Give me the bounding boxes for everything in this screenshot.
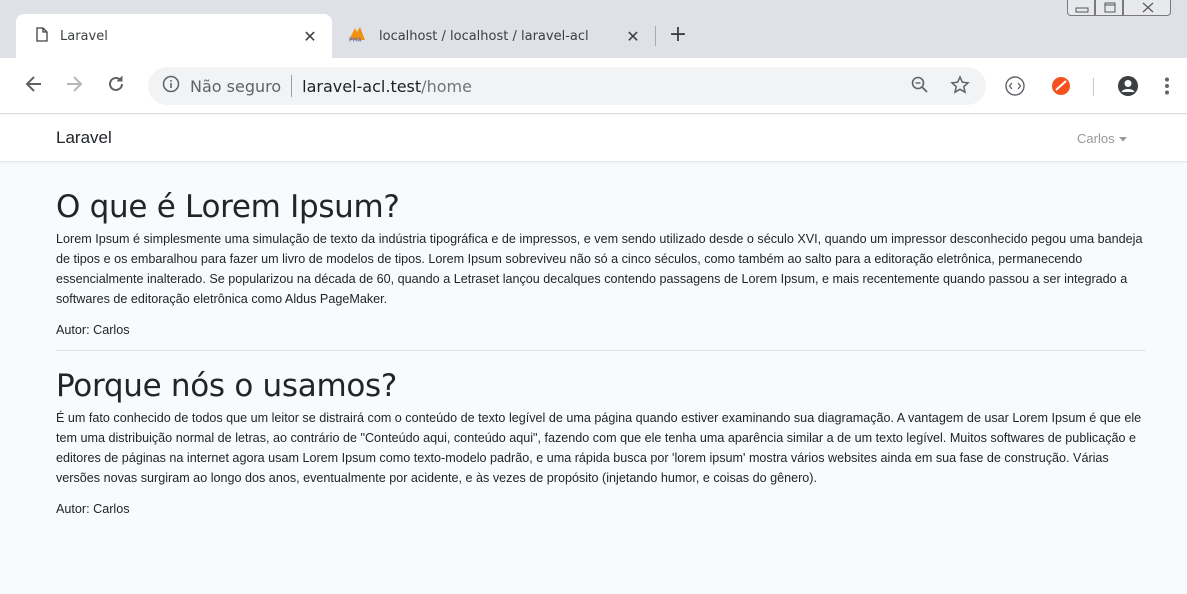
browser-toolbar: Não seguro laravel-acl.test/home bbox=[0, 58, 1187, 114]
minimize-button[interactable] bbox=[1067, 0, 1095, 16]
tab-laravel[interactable]: Laravel ✕ bbox=[16, 14, 332, 58]
tab-title: Laravel bbox=[60, 28, 108, 44]
tab-phpmyadmin[interactable]: PMA localhost / localhost / laravel-acl … bbox=[335, 14, 655, 58]
post-author: Autor: Carlos bbox=[56, 502, 130, 516]
tab-separator bbox=[655, 26, 656, 46]
user-name: Carlos bbox=[1077, 131, 1115, 146]
caret-down-icon bbox=[1118, 131, 1128, 146]
reload-button[interactable] bbox=[104, 74, 128, 98]
toolbar-separator bbox=[1093, 78, 1094, 96]
post-author: Autor: Carlos bbox=[56, 323, 130, 337]
extension-orange-icon[interactable] bbox=[1050, 75, 1072, 97]
omnibox-separator bbox=[291, 75, 293, 97]
forward-button[interactable] bbox=[62, 74, 86, 98]
phpmyadmin-icon: PMA bbox=[347, 26, 367, 46]
main-content: O que é Lorem Ipsum? Lorem Ipsum é simpl… bbox=[56, 162, 1146, 516]
close-icon[interactable]: ✕ bbox=[300, 27, 320, 46]
security-label[interactable]: Não seguro bbox=[190, 77, 281, 96]
close-icon[interactable]: ✕ bbox=[623, 27, 643, 46]
tab-title: localhost / localhost / laravel-acl bbox=[379, 28, 589, 44]
bookmark-star-icon[interactable] bbox=[950, 75, 970, 100]
post-1: O que é Lorem Ipsum? Lorem Ipsum é simpl… bbox=[56, 162, 1146, 337]
browser-tabstrip: Laravel ✕ PMA localhost / localhost / la… bbox=[0, 0, 1187, 58]
document-icon bbox=[36, 26, 48, 46]
url-host: laravel-acl.test bbox=[302, 76, 422, 96]
extension-code-icon[interactable] bbox=[1004, 75, 1026, 97]
maximize-button[interactable] bbox=[1095, 0, 1123, 16]
post-title: Porque nós o usamos? bbox=[56, 368, 398, 404]
brand-link[interactable]: Laravel bbox=[56, 128, 112, 148]
back-button[interactable] bbox=[22, 74, 46, 98]
zoom-icon[interactable] bbox=[910, 75, 930, 100]
post-body: É um fato conhecido de todos que um leit… bbox=[56, 411, 1142, 485]
post-title: O que é Lorem Ipsum? bbox=[56, 189, 400, 225]
info-icon[interactable] bbox=[162, 75, 180, 97]
new-tab-button[interactable]: + bbox=[666, 24, 690, 48]
menu-kebab-icon[interactable] bbox=[1156, 75, 1178, 97]
profile-avatar-icon[interactable] bbox=[1117, 75, 1139, 97]
svg-text:PMA: PMA bbox=[349, 38, 362, 43]
url-path: /home bbox=[421, 76, 472, 96]
app-navbar: Laravel Carlos bbox=[0, 115, 1187, 162]
address-bar[interactable]: Não seguro laravel-acl.test/home bbox=[148, 67, 986, 105]
window-close-button[interactable] bbox=[1123, 0, 1171, 16]
user-dropdown[interactable]: Carlos bbox=[1077, 131, 1128, 146]
post-2: Porque nós o usamos? É um fato conhecido… bbox=[56, 351, 1146, 516]
omnibox-actions bbox=[910, 75, 970, 100]
post-body: Lorem Ipsum é simplesmente uma simulação… bbox=[56, 232, 1143, 306]
